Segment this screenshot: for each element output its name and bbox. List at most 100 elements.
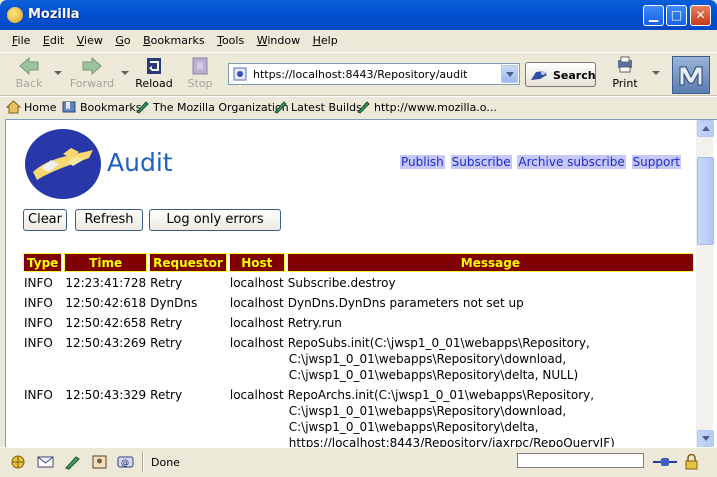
table-row: INFO 12:50:42:618 DynDns localhost DynDn… <box>23 294 694 312</box>
home-icon <box>6 100 21 114</box>
col-requestor: Requestor <box>149 253 227 272</box>
search-icon <box>531 71 547 80</box>
cell-message: RepoArchs.init(C:\jwsp1_0_01\webapps\Rep… <box>287 388 615 447</box>
forward-dropdown-icon[interactable] <box>121 71 129 75</box>
cell-host: localhost <box>229 276 284 290</box>
chat-icon[interactable]: @ <box>117 454 134 470</box>
back-dropdown-icon[interactable] <box>54 71 62 75</box>
table-row: INFO 12:50:43:269 Retry localhost RepoSu… <box>23 334 694 384</box>
progress-meter <box>517 453 644 468</box>
mozilla-throbber-icon[interactable] <box>672 56 710 94</box>
scroll-down-button[interactable] <box>697 430 714 447</box>
cell-host: localhost <box>229 336 284 350</box>
bookmarks-icon <box>62 101 76 113</box>
bookmark-page-icon <box>357 101 370 114</box>
navigation-toolbar: Back Forward Reload Stop https://localho… <box>0 52 717 96</box>
window-title: Mozilla <box>28 7 80 22</box>
stop-icon <box>192 57 208 75</box>
svg-text:@: @ <box>121 458 129 467</box>
page-proxy-icon[interactable] <box>233 67 249 81</box>
stop-button[interactable]: Stop <box>185 56 215 90</box>
cell-type: INFO <box>24 336 53 350</box>
table-row: INFO 12:23:41:728 Retry localhost Subscr… <box>23 274 694 292</box>
cell-message: DynDns.DynDns parameters not set up <box>287 296 524 310</box>
cell-time: 12:50:43:269 <box>65 336 147 350</box>
cell-type: INFO <box>24 296 53 310</box>
forward-button[interactable]: Forward <box>68 56 116 90</box>
personal-mozilla-url[interactable]: http://www.mozilla.o... <box>356 101 497 114</box>
table-header-row: Type Time Requestor Host Message <box>23 253 694 272</box>
clear-button[interactable]: Clear <box>23 209 67 231</box>
page-content: Audit Publish Subscribe Archive subscrib… <box>6 120 696 447</box>
cell-requestor: Retry <box>150 336 183 350</box>
menu-edit[interactable]: Edit <box>39 30 69 47</box>
print-dropdown-icon[interactable] <box>652 71 660 75</box>
cell-message: RepoSubs.init(C:\jwsp1_0_01\webapps\Repo… <box>287 336 590 382</box>
audit-logo <box>25 129 101 199</box>
link-archive-subscribe[interactable]: Archive subscribe <box>517 155 626 169</box>
online-plug-icon[interactable] <box>651 454 679 470</box>
print-button[interactable]: Print <box>610 56 640 90</box>
personal-home[interactable]: Home <box>6 100 56 114</box>
cell-requestor: Retry <box>150 316 183 330</box>
link-publish[interactable]: Publish <box>400 155 445 169</box>
menu-view[interactable]: View <box>73 30 108 47</box>
menu-bookmarks[interactable]: Bookmarks <box>139 30 209 47</box>
composer-icon[interactable] <box>64 454 81 470</box>
title-bar: Mozilla ▁ □ ✕ <box>0 0 717 30</box>
back-arrow-icon <box>19 56 39 76</box>
search-button[interactable]: Search <box>525 62 596 87</box>
reload-button[interactable]: Reload <box>134 56 174 90</box>
refresh-button[interactable]: Refresh <box>75 209 143 231</box>
url-text[interactable]: https://localhost:8443/Repository/audit <box>253 68 467 81</box>
cell-requestor: DynDns <box>150 296 198 310</box>
bookmark-page-icon <box>274 101 287 114</box>
vertical-scrollbar[interactable] <box>696 120 714 447</box>
personal-bookmarks[interactable]: Bookmarks <box>62 101 141 114</box>
table-row: INFO 12:50:43:329 Retry localhost RepoAr… <box>23 386 694 447</box>
forward-arrow-icon <box>82 56 102 76</box>
close-button[interactable]: ✕ <box>690 5 711 26</box>
scroll-up-button[interactable] <box>697 120 714 137</box>
url-dropdown-button[interactable] <box>501 65 518 83</box>
cell-host: localhost <box>229 316 284 330</box>
printer-icon <box>618 56 632 73</box>
log-only-errors-button[interactable]: Log only errors <box>149 209 281 231</box>
mail-icon[interactable] <box>37 454 54 470</box>
status-bar: @ Done <box>0 447 717 477</box>
scroll-thumb[interactable] <box>697 157 714 245</box>
col-host: Host <box>228 253 285 272</box>
status-text: Done <box>151 456 180 469</box>
cell-time: 12:50:42:658 <box>65 316 147 330</box>
back-button[interactable]: Back <box>12 56 46 90</box>
link-support[interactable]: Support <box>631 155 681 169</box>
cell-message: Retry.run <box>287 316 342 330</box>
menu-go[interactable]: Go <box>111 30 135 47</box>
reload-icon <box>147 58 161 74</box>
menu-file[interactable]: File <box>8 30 35 47</box>
cell-type: INFO <box>24 388 53 402</box>
menu-help[interactable]: Help <box>309 30 343 47</box>
minimize-button[interactable]: ▁ <box>643 5 664 26</box>
col-message: Message <box>286 253 694 272</box>
personal-mozilla-org[interactable]: The Mozilla Organization <box>135 101 289 114</box>
link-subscribe[interactable]: Subscribe <box>450 155 512 169</box>
menu-window[interactable]: Window <box>253 30 305 47</box>
address-book-icon[interactable] <box>91 454 108 470</box>
security-lock-icon[interactable] <box>683 454 700 470</box>
col-time: Time <box>64 253 148 272</box>
col-type: Type <box>23 253 63 272</box>
personal-latest-builds[interactable]: Latest Builds <box>273 101 362 114</box>
maximize-button[interactable]: □ <box>666 5 687 26</box>
mozilla-app-icon <box>7 7 23 23</box>
cell-host: localhost <box>229 388 284 402</box>
menu-tools[interactable]: Tools <box>213 30 249 47</box>
top-nav-links: Publish Subscribe Archive subscribe Supp… <box>398 155 681 169</box>
url-bar[interactable]: https://localhost:8443/Repository/audit <box>228 63 520 85</box>
menu-bar: File Edit View Go Bookmarks Tools Window… <box>0 30 717 52</box>
navigator-icon[interactable] <box>10 454 27 470</box>
page-title: Audit <box>107 148 173 177</box>
audit-table: Type Time Requestor Host Message INFO 12… <box>21 251 696 447</box>
cell-requestor: Retry <box>150 276 183 290</box>
cell-type: INFO <box>24 316 53 330</box>
